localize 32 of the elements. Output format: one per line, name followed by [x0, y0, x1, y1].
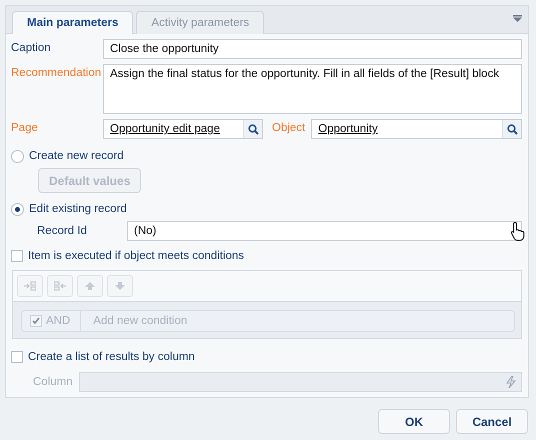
dialog-button[interactable]: OK [378, 409, 450, 434]
radio-button[interactable] [11, 202, 24, 216]
and-label: AND [46, 315, 70, 327]
lightning-icon[interactable] [506, 376, 516, 388]
lookup-field[interactable]: Opportunity edit page [103, 119, 263, 139]
dialog-button[interactable]: Cancel [456, 409, 528, 434]
text-area[interactable]: Assign the final status for the opportunity. Fill in all fields of the [Result] block [103, 64, 522, 114]
hand-cursor-icon [510, 221, 526, 241]
checkbox-label: Item is executed if object meets conditions [28, 250, 244, 262]
search-icon [506, 124, 518, 134]
tab[interactable]: Main parameters [12, 11, 134, 34]
text-field[interactable]: Close the opportunity [103, 39, 522, 59]
field-label: Page [11, 121, 39, 134]
checkbox[interactable] [11, 351, 23, 363]
field-label: Recommendation [11, 66, 102, 79]
down-arrow-icon [114, 281, 126, 291]
column-field[interactable] [79, 372, 522, 392]
up-arrow-icon [84, 281, 96, 291]
checkbox-label: Create a list of results by column [28, 351, 195, 363]
indent-icon [24, 281, 36, 291]
outdent-icon [54, 281, 66, 291]
field-label: Caption [11, 41, 52, 54]
radio-label: Edit existing record [29, 203, 127, 215]
field-label: Object [271, 121, 306, 134]
menu-icon[interactable] [513, 15, 522, 22]
field-label: Column [33, 376, 74, 388]
field-label: Record Id [37, 225, 88, 237]
lookup-field[interactable]: Opportunity [311, 119, 522, 139]
text-field[interactable]: (No) [127, 221, 522, 241]
radio-button[interactable] [11, 150, 24, 162]
search-icon [248, 124, 258, 134]
radio-label: Create new record [29, 150, 124, 162]
